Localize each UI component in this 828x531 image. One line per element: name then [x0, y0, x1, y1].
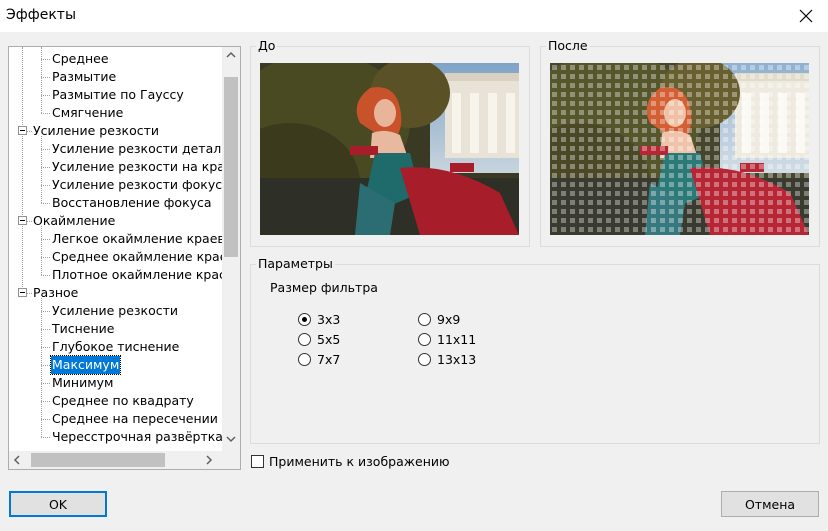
- tree-branch-line: [41, 149, 50, 150]
- radio-label: 9x9: [437, 312, 461, 327]
- tree-item[interactable]: Среднее окаймление крае: [52, 248, 223, 266]
- scroll-down-icon[interactable]: [226, 433, 236, 446]
- tree-item[interactable]: Усиление резкости на кра: [52, 158, 223, 176]
- close-button[interactable]: [784, 0, 828, 32]
- cancel-label: Отмена: [744, 496, 796, 512]
- tree-group-item[interactable]: Разное: [33, 284, 78, 302]
- scroll-up-icon[interactable]: [226, 49, 236, 62]
- radio-11x11[interactable]: 11x11: [418, 332, 476, 347]
- title-bar: Эффекты: [0, 0, 828, 32]
- tree-branch-line: [41, 257, 50, 258]
- radio-7x7[interactable]: 7x7: [298, 352, 340, 367]
- collapse-icon[interactable]: [18, 216, 27, 225]
- tree-child-line: [41, 136, 42, 203]
- tree-item[interactable]: Усиление резкости детал: [52, 140, 221, 158]
- tree-branch-line: [41, 167, 50, 168]
- radio-9x9[interactable]: 9x9: [418, 312, 460, 327]
- tree-branch-line: [27, 221, 32, 222]
- window-title: Эффекты: [6, 7, 76, 23]
- radio-label: 13x13: [437, 352, 477, 367]
- tree-item[interactable]: Среднее: [52, 50, 109, 68]
- tree-item[interactable]: Размытие по Гауссу: [52, 86, 184, 104]
- after-image: [550, 63, 809, 235]
- parameters-label: Параметры: [256, 256, 335, 271]
- checkbox-box[interactable]: [251, 455, 264, 468]
- tree-branch-line: [41, 275, 50, 276]
- after-label: После: [546, 38, 590, 53]
- radio-circle: [418, 353, 431, 366]
- tree-item[interactable]: Усиление резкости фокус: [52, 176, 222, 194]
- scroll-right-icon[interactable]: [205, 455, 213, 468]
- tree-branch-line: [41, 59, 50, 60]
- radio-circle: [298, 313, 311, 326]
- radio-circle: [418, 313, 431, 326]
- before-image: [260, 63, 519, 235]
- collapse-icon[interactable]: [18, 126, 27, 135]
- vertical-scrollbar[interactable]: [222, 47, 240, 451]
- tree-branch-line: [41, 437, 50, 438]
- tree-branch-line: [27, 131, 32, 132]
- tree-item[interactable]: Смягчение: [52, 104, 123, 122]
- ok-label: OK: [48, 496, 68, 512]
- radio-5x5[interactable]: 5x5: [298, 332, 340, 347]
- tree-branch-line: [41, 383, 50, 384]
- radio-3x3[interactable]: 3x3: [298, 312, 340, 327]
- radio-label: 3x3: [317, 312, 341, 327]
- before-label: До: [256, 38, 278, 53]
- tree-item[interactable]: Тиснение: [52, 320, 114, 338]
- tree-branch-line: [41, 239, 50, 240]
- tree-item[interactable]: Восстановление фокуса: [52, 194, 212, 212]
- tree-branch-line: [41, 185, 50, 186]
- tree-item[interactable]: Легкое окаймление краев: [52, 230, 223, 248]
- tree-item[interactable]: Среднее на пересечении: [52, 410, 218, 428]
- filter-size-label: Размер фильтра: [270, 280, 378, 295]
- apply-to-image-checkbox[interactable]: Применить к изображению: [251, 454, 450, 469]
- tree-branch-line: [41, 329, 50, 330]
- tree-group-item[interactable]: Усиление резкости: [33, 122, 159, 140]
- tree-group-item[interactable]: Окаймление: [33, 212, 115, 230]
- tree-branch-line: [41, 365, 50, 366]
- tree-item[interactable]: Глубокое тиснение: [52, 338, 179, 356]
- radio-label: 5x5: [317, 332, 341, 347]
- tree-branch-line: [41, 347, 50, 348]
- tree-branch-line: [41, 203, 50, 204]
- collapse-icon[interactable]: [18, 288, 27, 297]
- tree-item[interactable]: Чересстрочная развёртка: [52, 428, 223, 446]
- tree-branch-line: [27, 293, 32, 294]
- tree-content: Среднее Размытие Размытие по Гауссу Смягчен…: [9, 47, 223, 451]
- tree-item[interactable]: Среднее по квадрату: [52, 392, 194, 410]
- tree-item[interactable]: Минимум: [52, 374, 113, 392]
- tree-root-line: [22, 47, 23, 293]
- tree-branch-line: [41, 401, 50, 402]
- radio-label: 7x7: [317, 352, 341, 367]
- tree-branch-line: [41, 113, 50, 114]
- radio-13x13[interactable]: 13x13: [418, 352, 476, 367]
- tree-item[interactable]: Усиление резкости: [52, 302, 178, 320]
- tree-child-line: [41, 298, 42, 437]
- apply-to-image-label: Применить к изображению: [269, 454, 450, 469]
- radio-circle: [418, 333, 431, 346]
- horizontal-scrollbar[interactable]: [9, 451, 222, 469]
- vertical-scroll-thumb[interactable]: [224, 77, 238, 257]
- tree-branch-line: [41, 311, 50, 312]
- radio-label: 11x11: [437, 332, 477, 347]
- tree-branch-line: [41, 77, 50, 78]
- cancel-button[interactable]: Отмена: [721, 491, 819, 517]
- tree-branch-line: [41, 95, 50, 96]
- radio-circle: [298, 333, 311, 346]
- close-icon: [799, 9, 813, 23]
- scroll-left-icon[interactable]: [13, 455, 21, 468]
- radio-circle: [298, 353, 311, 366]
- tree-branch-line: [41, 419, 50, 420]
- ok-button[interactable]: OK: [9, 491, 107, 517]
- tree-item[interactable]: Плотное окаймление крас: [52, 266, 223, 284]
- tree-item[interactable]: Максимум: [49, 355, 122, 375]
- tree-child-line: [41, 47, 42, 113]
- effects-tree[interactable]: Среднее Размытие Размытие по Гауссу Смягчен…: [8, 46, 241, 470]
- horizontal-scroll-thumb[interactable]: [31, 453, 165, 467]
- tree-child-line: [41, 226, 42, 275]
- tree-item[interactable]: Размытие: [52, 68, 116, 86]
- scroll-corner: [222, 451, 240, 469]
